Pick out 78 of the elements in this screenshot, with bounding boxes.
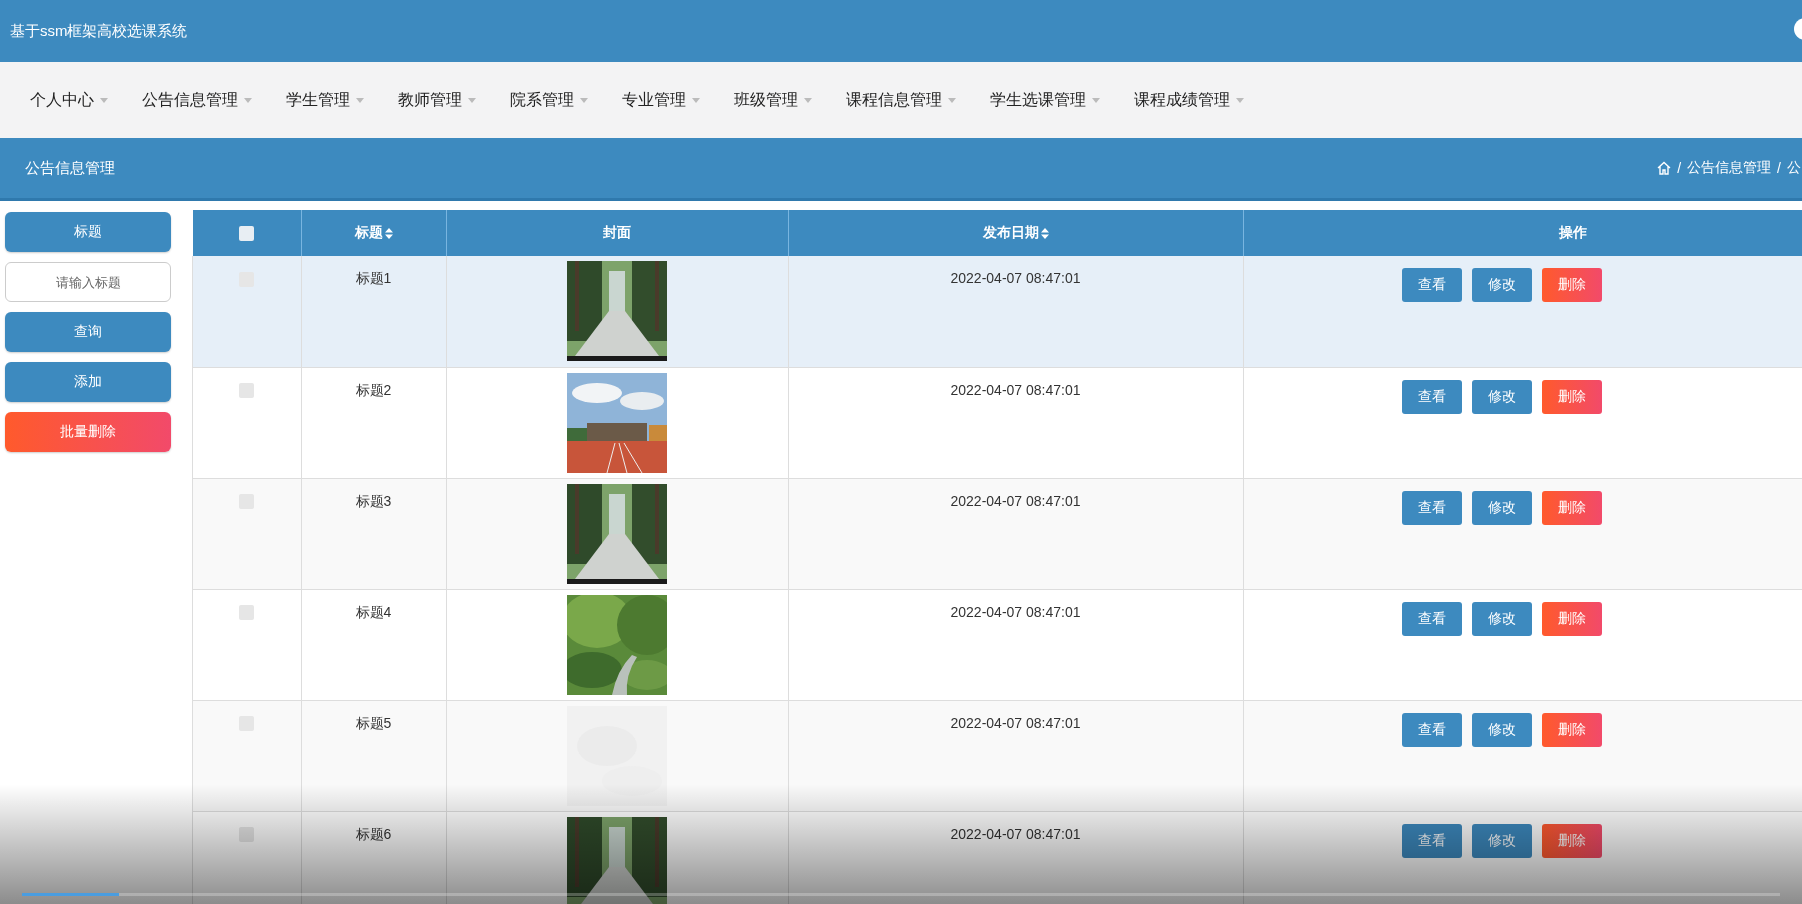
nav-menu-item[interactable]: 教师管理 bbox=[386, 83, 488, 117]
breadcrumb-separator: / bbox=[1677, 160, 1682, 176]
sidebar-button[interactable]: 批量删除 bbox=[5, 412, 171, 452]
row-checkbox[interactable] bbox=[239, 605, 255, 621]
table-cell: 2022-04-07 08:47:01 bbox=[950, 714, 1081, 731]
caret-icon bbox=[1236, 97, 1244, 103]
caret-icon bbox=[948, 97, 956, 103]
breadcrumb-separator: / bbox=[1777, 160, 1781, 176]
nav-menu-item[interactable]: 学生选课管理 bbox=[978, 83, 1112, 117]
edit-button[interactable]: 修改 bbox=[1472, 712, 1533, 747]
nav-menu-item[interactable]: 公告信息管理 bbox=[130, 83, 264, 117]
edit-button[interactable]: 修改 bbox=[1472, 601, 1533, 636]
nav-menu-item[interactable]: 课程信息管理 bbox=[834, 83, 968, 117]
caret-icon bbox=[100, 97, 108, 103]
nav-menu-item[interactable]: 院系管理 bbox=[498, 83, 600, 117]
sidebar-button[interactable]: 添加 bbox=[5, 362, 171, 402]
table-cell: 2022-04-07 08:47:01 bbox=[950, 492, 1081, 509]
table-cell: 2022-04-07 08:47:01 bbox=[950, 381, 1081, 398]
table-cell: 标题5 bbox=[355, 714, 392, 731]
table-row[interactable]: 标题3 2022-04-07 08:47:01 查看 修改 删除 bbox=[192, 478, 1802, 589]
breadcrumb-link[interactable]: 公 bbox=[1787, 159, 1801, 177]
table-row[interactable]: 标题2 2022-04-07 08:47:01 查看 修改 删除 bbox=[192, 367, 1802, 478]
edit-button[interactable]: 修改 bbox=[1472, 268, 1533, 302]
search-field[interactable]: 请输入标题 bbox=[5, 262, 171, 302]
table-cell: 标题6 bbox=[355, 825, 392, 842]
delete-button[interactable]: 删除 bbox=[1542, 712, 1603, 747]
nav-menu-item[interactable]: 专业管理 bbox=[610, 83, 712, 117]
edit-button[interactable]: 修改 bbox=[1472, 379, 1533, 414]
table-cell: 标题3 bbox=[355, 492, 392, 509]
sidebar-button[interactable]: 查询 bbox=[5, 312, 171, 352]
caret-icon bbox=[356, 97, 364, 103]
view-button[interactable]: 查看 bbox=[1402, 379, 1463, 414]
nav-menu-item[interactable]: 班级管理 bbox=[722, 83, 824, 117]
breadcrumb-link[interactable]: 公告信息管理 bbox=[1687, 159, 1772, 177]
nav-menu-item[interactable]: 课程成绩管理 bbox=[1122, 83, 1256, 117]
view-button[interactable]: 查看 bbox=[1402, 823, 1463, 858]
page-title: 公告信息管理 bbox=[24, 158, 115, 178]
column-header: 封面 bbox=[446, 210, 788, 256]
row-checkbox[interactable] bbox=[239, 383, 255, 399]
table-cell: 2022-04-07 08:47:01 bbox=[950, 825, 1081, 842]
view-button[interactable]: 查看 bbox=[1402, 268, 1463, 302]
caret-icon bbox=[244, 97, 252, 103]
caret-icon bbox=[1092, 97, 1100, 103]
table-cell: 2022-04-07 08:47:01 bbox=[950, 270, 1081, 286]
delete-button[interactable]: 删除 bbox=[1542, 601, 1603, 636]
nav-menu-item[interactable]: 学生管理 bbox=[274, 83, 376, 117]
delete-button[interactable]: 删除 bbox=[1542, 823, 1603, 858]
table-cell: 标题1 bbox=[355, 270, 392, 286]
delete-button[interactable]: 删除 bbox=[1542, 268, 1603, 302]
sort-icon[interactable] bbox=[1040, 227, 1049, 239]
table-cell: 标题4 bbox=[355, 603, 392, 620]
caret-icon bbox=[580, 97, 588, 103]
table-cell: 2022-04-07 08:47:01 bbox=[950, 603, 1081, 620]
delete-button[interactable]: 删除 bbox=[1542, 490, 1603, 525]
view-button[interactable]: 查看 bbox=[1402, 712, 1463, 747]
table-row[interactable]: 标题6 2022-04-07 08:47:01 查看 修改 删除 bbox=[192, 811, 1802, 904]
nav-menu-item[interactable]: 个人中心 bbox=[18, 83, 120, 117]
column-header[interactable]: 标题 bbox=[301, 210, 446, 256]
delete-button[interactable]: 删除 bbox=[1542, 379, 1603, 414]
caret-icon bbox=[468, 97, 476, 103]
app-title: 基于ssm框架高校选课系统 bbox=[10, 21, 188, 41]
sort-icon[interactable] bbox=[384, 227, 393, 239]
home-icon[interactable] bbox=[1657, 161, 1672, 175]
table-row[interactable]: 标题4 2022-04-07 08:47:01 查看 修改 删除 bbox=[192, 589, 1802, 700]
view-button[interactable]: 查看 bbox=[1402, 490, 1463, 525]
row-checkbox[interactable] bbox=[239, 827, 255, 843]
field-label: 标题 bbox=[5, 212, 171, 252]
edit-button[interactable]: 修改 bbox=[1472, 823, 1533, 858]
column-header[interactable]: 发布日期 bbox=[788, 210, 1243, 256]
table-row[interactable]: 标题1 2022-04-07 08:47:01 查看 修改 删除 bbox=[192, 256, 1802, 367]
caret-icon bbox=[692, 97, 700, 103]
select-all-checkbox[interactable] bbox=[239, 226, 254, 242]
view-button[interactable]: 查看 bbox=[1402, 601, 1463, 636]
table-cell: 标题2 bbox=[355, 381, 392, 398]
table-row[interactable]: 标题5 2022-04-07 08:47:01 查看 修改 删除 bbox=[192, 700, 1802, 811]
column-header: 操作 bbox=[1243, 210, 1802, 256]
edit-button[interactable]: 修改 bbox=[1472, 490, 1533, 525]
caret-icon bbox=[804, 97, 812, 103]
